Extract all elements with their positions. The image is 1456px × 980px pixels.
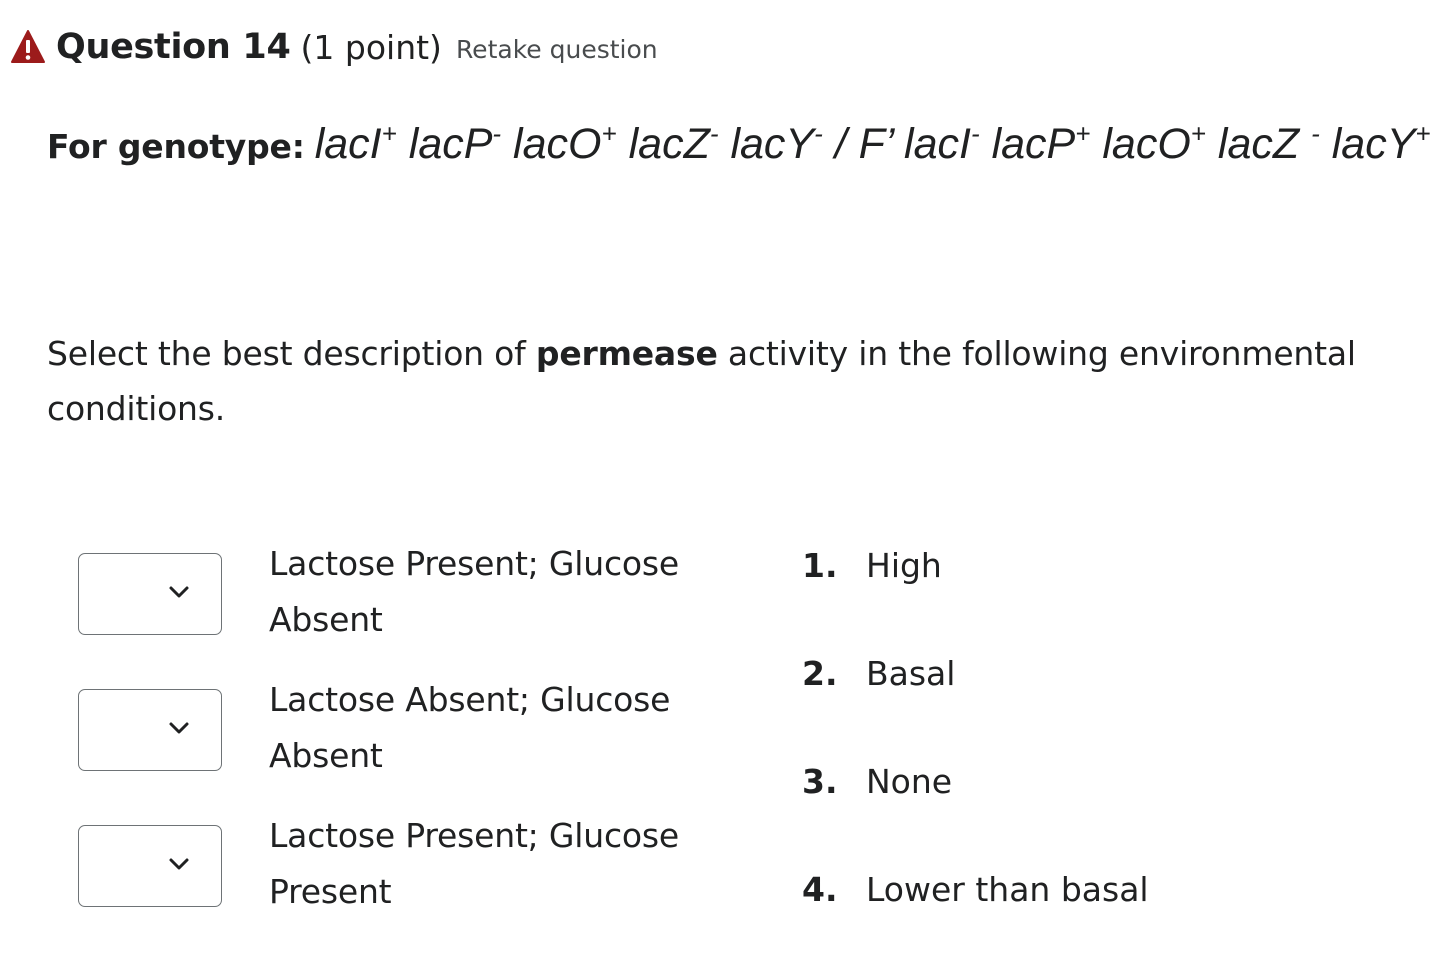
chevron-down-icon bbox=[169, 858, 189, 870]
genotype-superscript: - bbox=[492, 118, 502, 149]
genotype-segment: lacI bbox=[314, 120, 382, 168]
genotype-segment: lacZ bbox=[616, 120, 710, 168]
genotype-superscript: + bbox=[1190, 118, 1206, 149]
chevron-down-icon bbox=[169, 586, 189, 598]
choice-number: 2. bbox=[802, 654, 838, 693]
condition-label-2: Lactose Absent; Glucose Absent bbox=[269, 680, 671, 775]
genotype-segment: lacO bbox=[1090, 120, 1191, 168]
match-select-1[interactable] bbox=[78, 553, 222, 635]
genotype-segment: / F’ lacI bbox=[822, 120, 971, 168]
choice-item-2: 2. Basal bbox=[802, 654, 955, 694]
genotype-superscript: - bbox=[1311, 118, 1320, 149]
choice-label: Lower than basal bbox=[866, 870, 1149, 909]
choice-label: None bbox=[866, 762, 953, 801]
choice-item-4: 4. Lower than basal bbox=[802, 870, 1149, 910]
genotype-segment: lacY bbox=[718, 120, 815, 168]
genotype-segment: lacP bbox=[979, 120, 1076, 168]
match-select-3[interactable] bbox=[78, 825, 222, 907]
genotype-formula: lacI+ lacP- lacO+ lacZ- lacY- / F’ lacI-… bbox=[315, 120, 1431, 168]
genotype-superscript: + bbox=[601, 118, 617, 149]
genotype-superscript: + bbox=[381, 118, 397, 149]
genotype-label: For genotype: bbox=[47, 127, 305, 166]
question-page: Question 14 (1 point) Retake question Fo… bbox=[0, 0, 1456, 980]
genotype-superscript: - bbox=[970, 118, 980, 149]
choice-item-1: 1. High bbox=[802, 546, 942, 586]
warning-triangle-icon bbox=[11, 30, 45, 63]
prompt-keyword: permease bbox=[535, 334, 718, 373]
match-select-2[interactable] bbox=[78, 689, 222, 771]
choice-number: 3. bbox=[802, 762, 838, 801]
chevron-down-icon bbox=[169, 722, 189, 734]
genotype-segment: lacZ bbox=[1205, 120, 1312, 168]
condition-label-3: Lactose Present; Glucose Present bbox=[269, 816, 679, 911]
retake-question-label: Retake question bbox=[455, 34, 658, 64]
condition-label-1: Lactose Present; Glucose Absent bbox=[269, 544, 679, 639]
question-header: Question 14 (1 point) Retake question bbox=[10, 22, 658, 72]
choice-item-3: 3. None bbox=[802, 762, 952, 802]
choice-label: High bbox=[866, 546, 942, 585]
choice-label: Basal bbox=[866, 654, 956, 693]
genotype-superscript: + bbox=[1075, 118, 1091, 149]
question-points: (1 point) bbox=[300, 27, 442, 67]
genotype-superscript: + bbox=[1415, 118, 1431, 149]
choice-number: 4. bbox=[802, 870, 838, 909]
genotype-superscript: - bbox=[814, 118, 823, 149]
prompt-text-before: Select the best description of bbox=[47, 334, 536, 373]
genotype-segment: lacY bbox=[1319, 120, 1416, 168]
choice-number: 1. bbox=[802, 546, 838, 585]
question-prompt: Select the best description of permease … bbox=[47, 326, 1427, 436]
question-title: Question 14 bbox=[56, 27, 291, 67]
genotype-segment: lacO bbox=[501, 120, 602, 168]
genotype-statement: For genotype: lacI+ lacP- lacO+ lacZ- lac… bbox=[47, 116, 1447, 175]
genotype-superscript: - bbox=[709, 118, 719, 149]
genotype-segment: lacP bbox=[396, 120, 493, 168]
